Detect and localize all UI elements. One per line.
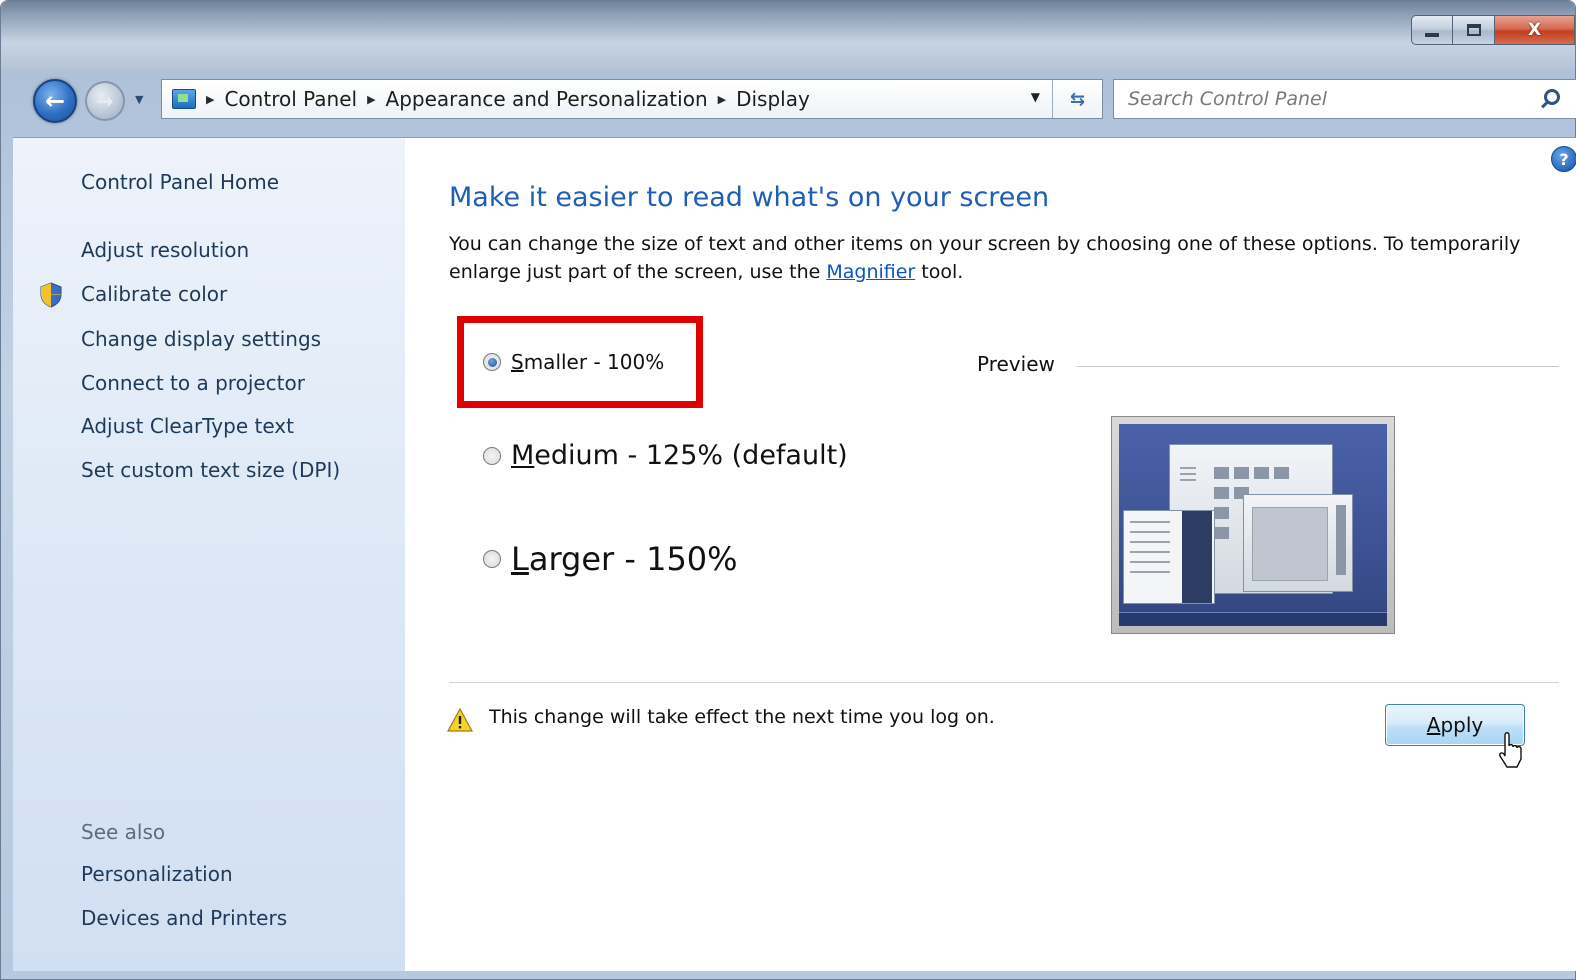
- preview-label: Preview: [977, 352, 1055, 376]
- page-title: Make it easier to read what's on your sc…: [449, 182, 1050, 213]
- sidebar-item-control-panel-home[interactable]: Control Panel Home: [81, 170, 279, 194]
- maximize-icon: [1466, 24, 1481, 36]
- address-dropdown-icon[interactable]: ▼: [1031, 90, 1040, 104]
- page-description: You can change the size of text and othe…: [449, 230, 1529, 286]
- description-text-end: tool.: [915, 261, 964, 283]
- radio-medium[interactable]: [483, 446, 501, 465]
- radio-smaller[interactable]: [483, 353, 501, 371]
- minimize-icon: [1425, 33, 1439, 37]
- breadcrumb-display[interactable]: Display: [736, 87, 810, 111]
- back-arrow-icon: ←: [44, 87, 66, 115]
- option-medium[interactable]: Medium - 125% (default): [483, 440, 848, 471]
- maximize-button[interactable]: [1453, 15, 1495, 45]
- logoff-warning: This change will take effect the next ti…: [489, 706, 995, 728]
- back-button[interactable]: ←: [33, 79, 77, 123]
- radio-larger[interactable]: [483, 550, 501, 568]
- help-icon[interactable]: ?: [1551, 146, 1576, 172]
- sidebar-item-personalization[interactable]: Personalization: [81, 862, 233, 886]
- breadcrumb-separator-icon[interactable]: ▶: [367, 93, 375, 106]
- sidebar-item-devices-printers[interactable]: Devices and Printers: [81, 906, 287, 930]
- option-larger[interactable]: Larger - 150%: [483, 540, 738, 578]
- breadcrumb-appearance[interactable]: Appearance and Personalization: [386, 87, 708, 111]
- sidebar-item-calibrate-color[interactable]: Calibrate color: [81, 282, 227, 306]
- preview-front-window: [1243, 494, 1353, 592]
- preview-taskbar: [1119, 612, 1387, 626]
- close-icon: X: [1527, 20, 1542, 40]
- option-smaller-label: Smaller - 100%: [511, 350, 665, 374]
- sidebar-item-adjust-resolution[interactable]: Adjust resolution: [81, 238, 249, 262]
- preview-image: [1111, 416, 1395, 634]
- description-text: You can change the size of text and othe…: [449, 233, 1521, 283]
- uac-shield-icon: [40, 282, 62, 308]
- breadcrumb-control-panel[interactable]: Control Panel: [224, 87, 357, 111]
- refresh-icon: ⇆: [1069, 88, 1086, 110]
- control-panel-window: X ← → ▼ ▶ Control Panel ▶ Appearance and…: [0, 0, 1576, 980]
- preview-desktop: [1119, 424, 1387, 626]
- refresh-button[interactable]: ⇆: [1052, 80, 1102, 118]
- breadcrumb-separator-icon[interactable]: ▶: [206, 93, 214, 106]
- option-larger-label: Larger - 150%: [511, 540, 738, 578]
- recent-pages-dropdown-icon[interactable]: ▼: [135, 93, 143, 106]
- forward-button[interactable]: →: [85, 81, 125, 121]
- sidebar-item-change-display-settings[interactable]: Change display settings: [81, 327, 321, 351]
- mouse-cursor-icon: [1499, 732, 1522, 768]
- breadcrumb-separator-icon[interactable]: ▶: [718, 93, 726, 106]
- address-bar[interactable]: ▶ Control Panel ▶ Appearance and Persona…: [161, 79, 1103, 119]
- content-area: Control Panel Home Adjust resolution Cal…: [13, 137, 1576, 971]
- sidebar: Control Panel Home Adjust resolution Cal…: [13, 138, 405, 971]
- section-divider: [449, 682, 1559, 683]
- minimize-button[interactable]: [1411, 15, 1453, 45]
- warning-icon: [447, 708, 473, 732]
- search-box[interactable]: [1113, 79, 1576, 119]
- sidebar-item-custom-dpi[interactable]: Set custom text size (DPI): [81, 458, 340, 482]
- forward-arrow-icon: →: [96, 89, 114, 113]
- magnifier-link[interactable]: Magnifier: [826, 261, 915, 283]
- main-panel: ? Make it easier to read what's on your …: [405, 138, 1576, 971]
- close-button[interactable]: X: [1495, 15, 1575, 45]
- caption-buttons: X: [1411, 15, 1575, 45]
- option-medium-label: Medium - 125% (default): [511, 440, 848, 471]
- option-smaller[interactable]: Smaller - 100%: [483, 350, 664, 374]
- sidebar-item-adjust-cleartype[interactable]: Adjust ClearType text: [81, 414, 294, 438]
- control-panel-icon: [172, 89, 196, 109]
- preview-divider: [1077, 366, 1559, 367]
- search-input[interactable]: [1128, 88, 1528, 110]
- see-also-heading: See also: [81, 820, 166, 844]
- sidebar-item-connect-projector[interactable]: Connect to a projector: [81, 371, 305, 395]
- preview-side-window: [1123, 510, 1215, 604]
- search-icon[interactable]: [1544, 89, 1560, 105]
